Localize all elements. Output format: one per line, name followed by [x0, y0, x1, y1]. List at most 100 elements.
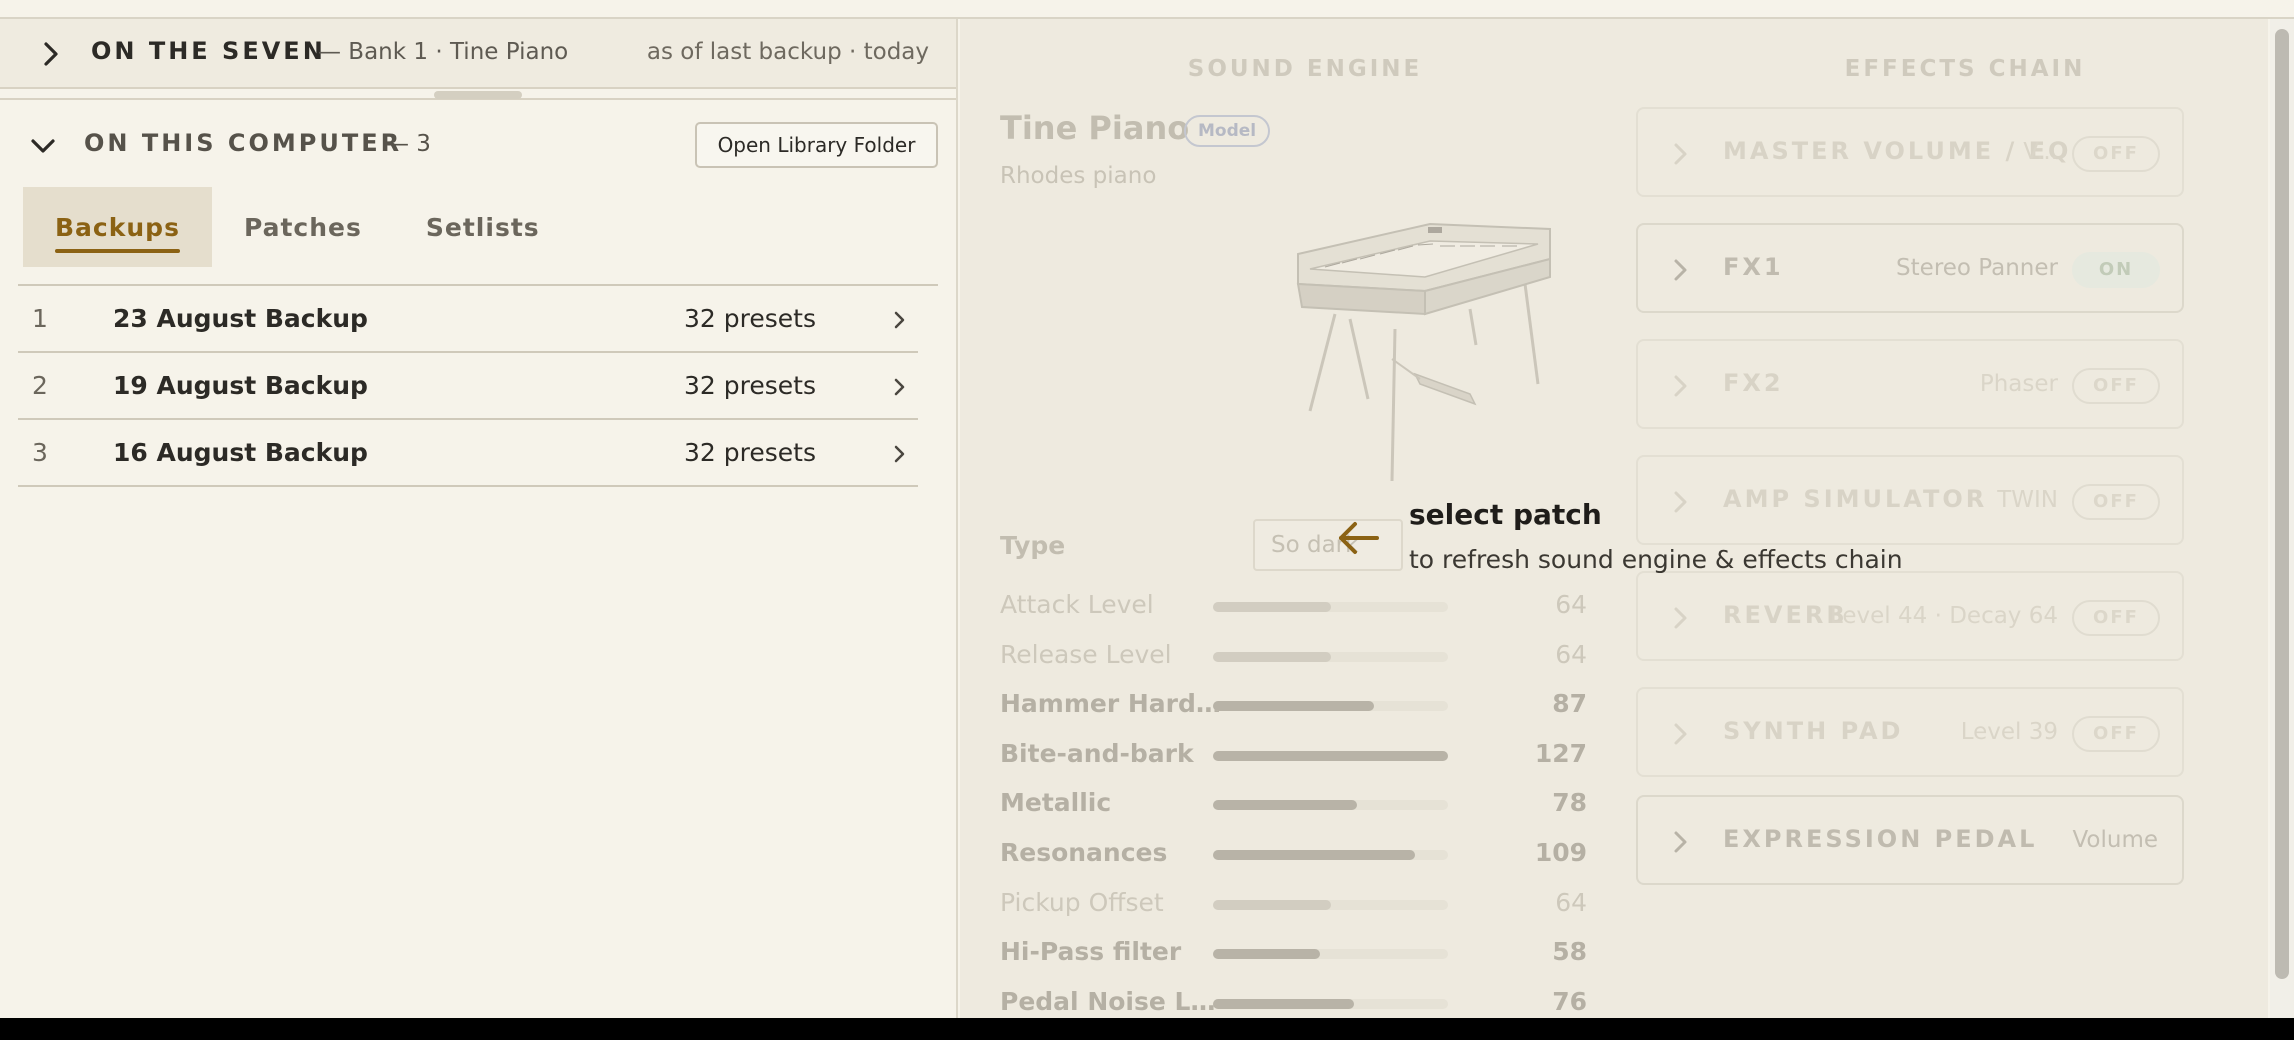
preset-count: 32 presets	[684, 304, 816, 333]
backup-list: 1 23 August Backup 32 presets 2 19 Augus…	[18, 286, 918, 487]
parameter-slider[interactable]	[1213, 750, 1448, 761]
parameter-slider-fill	[1213, 651, 1332, 662]
effect-toggle[interactable]: ON	[2072, 252, 2160, 288]
parameter-slider[interactable]	[1213, 899, 1448, 910]
table-row[interactable]: 1 23 August Backup 32 presets	[18, 286, 918, 353]
scrollbar-thumb[interactable]	[2275, 29, 2289, 979]
type-label: Type	[1000, 531, 1066, 560]
chevron-right-icon	[1674, 831, 1687, 853]
parameter-slider-fill	[1213, 701, 1374, 712]
parameter-value: 64	[1555, 590, 1587, 619]
preset-count: 32 presets	[684, 371, 816, 400]
effect-toggle[interactable]: OFF	[2072, 600, 2160, 636]
chevron-right-icon	[1674, 375, 1687, 397]
effects-chain-heading: EFFECTS CHAIN	[1844, 56, 2086, 82]
parameter-slider[interactable]	[1213, 998, 1448, 1009]
effect-card[interactable]: MASTER VOLUME / EQ V... OFF	[1636, 107, 2184, 197]
chevron-right-icon	[1674, 259, 1687, 281]
parameter-label: Pedal Noise Level	[1000, 986, 1232, 1016]
device-section-header[interactable]: ON THE SEVEN — Bank 1 · Tine Piano as of…	[0, 19, 956, 89]
effect-value: Volume	[2072, 827, 2158, 853]
parameter-slider-fill	[1213, 849, 1415, 860]
effect-name: REVERB	[1723, 601, 1848, 629]
parameter-value: 64	[1555, 639, 1587, 669]
effect-card[interactable]: EXPRESSION PEDAL Volume	[1636, 795, 2184, 885]
parameter-label: Pickup Offset	[1000, 887, 1164, 917]
parameter-label: Metallic	[1000, 788, 1112, 818]
library-panel: ON THE SEVEN — Bank 1 · Tine Piano as of…	[0, 19, 958, 1018]
effect-name: MASTER VOLUME / EQ	[1723, 137, 2072, 165]
parameter-value: 58	[1552, 937, 1587, 967]
hint-text: to refresh sound engine & effects chain	[1409, 545, 1903, 574]
computer-section-title: ON THIS COMPUTER	[84, 129, 403, 157]
computer-section-count: — 3	[386, 131, 431, 157]
resize-handle[interactable]	[434, 91, 522, 99]
chevron-right-icon	[1674, 143, 1687, 165]
effect-value: V...	[2023, 139, 2058, 165]
row-number: 1	[32, 304, 48, 333]
preset-count: 32 presets	[684, 438, 816, 467]
library-tabs: Backups Patches Setlists	[23, 187, 572, 267]
chevron-right-icon	[894, 378, 905, 396]
tab-setlists[interactable]: Setlists	[394, 187, 572, 267]
effect-name: AMP SIMULATOR	[1723, 485, 1988, 513]
effect-toggle[interactable]: OFF	[2072, 716, 2160, 752]
parameter-slider[interactable]	[1213, 602, 1448, 612]
effect-card[interactable]: SYNTH PAD Level 39 OFF	[1636, 687, 2184, 777]
parameter-slider[interactable]	[1213, 800, 1448, 811]
parameter-row: Metallic 78	[1000, 778, 1600, 828]
window-top-strip	[0, 0, 2294, 19]
parameter-slider-fill	[1213, 998, 1354, 1009]
piano-illustration	[1296, 222, 1551, 482]
effect-toggle[interactable]: OFF	[2072, 136, 2160, 172]
effect-card[interactable]: REVERB Level 44 · Decay 64 OFF	[1636, 571, 2184, 661]
parameter-slider[interactable]	[1213, 651, 1448, 662]
parameter-slider[interactable]	[1213, 849, 1448, 860]
parameter-slider-fill	[1213, 602, 1332, 612]
parameter-label: Hi-Pass filter	[1000, 937, 1182, 967]
parameter-value: 109	[1534, 837, 1587, 867]
chevron-down-icon	[31, 139, 55, 153]
effect-value: Stereo Panner	[1896, 255, 2058, 281]
table-row[interactable]: 3 16 August Backup 32 presets	[18, 420, 918, 487]
chevron-right-icon	[1674, 607, 1687, 629]
parameter-label: Bite-and-bark	[1000, 738, 1194, 768]
parameter-slider-fill	[1213, 949, 1321, 960]
parameter-value: 64	[1555, 887, 1587, 917]
effect-name: FX1	[1723, 253, 1784, 281]
parameter-slider-fill	[1213, 800, 1358, 811]
tab-patches[interactable]: Patches	[212, 187, 394, 267]
parameter-row: Bite-and-bark 127	[1000, 729, 1600, 779]
patch-detail-panel: SOUND ENGINE EFFECTS CHAIN Tine Piano Mo…	[960, 19, 2268, 1018]
effect-value: Level 44 · Decay 64	[1829, 603, 2058, 629]
effect-card[interactable]: FX2 Phaser OFF	[1636, 339, 2184, 429]
device-backup-status: as of last backup · today	[646, 39, 929, 65]
engine-description: Rhodes piano	[1000, 163, 1157, 189]
parameter-slider-fill	[1213, 750, 1448, 761]
effect-value: Level 39	[1960, 719, 2058, 745]
parameter-row: Attack Level 64	[1000, 580, 1600, 630]
parameter-row: Release Level 64	[1000, 630, 1600, 680]
parameter-slider[interactable]	[1213, 701, 1448, 712]
tab-backups[interactable]: Backups	[23, 187, 212, 267]
parameter-slider[interactable]	[1213, 949, 1448, 960]
parameter-label: Hammer Hardne...	[1000, 689, 1232, 719]
effect-name: EXPRESSION PEDAL	[1723, 825, 2038, 853]
device-section-subtitle: — Bank 1 · Tine Piano	[318, 39, 569, 65]
table-row[interactable]: 2 19 August Backup 32 presets	[18, 353, 918, 420]
open-library-folder-button[interactable]: Open Library Folder	[695, 122, 938, 168]
parameter-slider-fill	[1213, 899, 1332, 910]
effect-toggle[interactable]: OFF	[2072, 368, 2160, 404]
effect-name: SYNTH PAD	[1723, 717, 1904, 745]
effect-toggle[interactable]: OFF	[2072, 484, 2160, 520]
parameter-row: Pickup Offset 64	[1000, 878, 1600, 928]
scrollbar[interactable]	[2270, 19, 2294, 1018]
sound-engine-heading: SOUND ENGINE	[1187, 56, 1423, 82]
model-badge: Model	[1184, 115, 1271, 147]
effect-value: TWIN	[1997, 487, 2058, 513]
parameter-value: 76	[1552, 986, 1587, 1016]
device-section-title: ON THE SEVEN	[91, 37, 326, 65]
chevron-right-icon	[894, 311, 905, 329]
effect-card[interactable]: AMP SIMULATOR TWIN OFF	[1636, 455, 2184, 545]
effect-card[interactable]: FX1 Stereo Panner ON	[1636, 223, 2184, 313]
